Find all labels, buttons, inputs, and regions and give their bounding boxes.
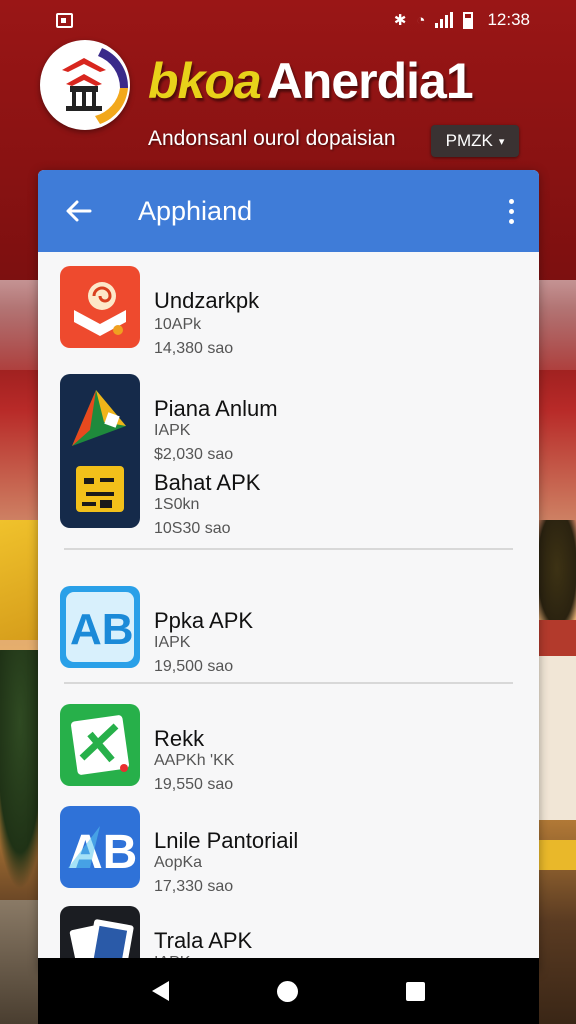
app-name: Lnile Pantoriail bbox=[154, 828, 299, 853]
navigation-bar bbox=[38, 958, 539, 1024]
toolbar: Apphiand bbox=[38, 170, 539, 252]
photo-notification-icon bbox=[56, 12, 73, 28]
app-size: 10S30 sao bbox=[154, 520, 231, 537]
app-size: 19,550 sao bbox=[154, 776, 234, 793]
banner-dropdown-chip[interactable]: PMZK ▾ bbox=[431, 125, 519, 157]
toolbar-title: Apphiand bbox=[138, 195, 253, 226]
battery-icon bbox=[463, 11, 474, 29]
wifi-icon: ◔ bbox=[416, 11, 426, 29]
list-item[interactable]: AB Lnile Pantoriail AopKa 17,330 sao bbox=[38, 806, 539, 896]
app-name: Bahat APK bbox=[154, 470, 261, 495]
arrow-left-icon[interactable] bbox=[62, 195, 94, 227]
list-divider bbox=[64, 548, 513, 550]
app-name: Undzarkpk bbox=[154, 288, 260, 313]
signal-icon bbox=[435, 12, 454, 28]
app-type: AAPKh 'KK bbox=[154, 752, 235, 769]
status-bar: ✱ ◔ 12:38 bbox=[0, 0, 576, 40]
app-type: 10APk bbox=[154, 316, 202, 333]
nav-back-icon[interactable] bbox=[152, 981, 169, 1001]
app-size: 17,330 sao bbox=[154, 878, 234, 895]
app-name: Trala APK bbox=[154, 928, 253, 953]
house-right bbox=[536, 620, 576, 820]
background-stripe-right bbox=[536, 840, 576, 870]
list-divider bbox=[64, 682, 513, 684]
list-item[interactable]: Rekk AAPKh 'KK 19,550 sao bbox=[38, 704, 539, 794]
app-name: Ppka APK bbox=[154, 608, 254, 633]
app-type: 1S0kn bbox=[154, 496, 200, 513]
bluetooth-icon: ✱ bbox=[393, 12, 407, 29]
app-list-panel: Apphiand Undzarkpk 10APk 14,380 sao Pian… bbox=[38, 170, 539, 970]
nav-home-icon[interactable] bbox=[277, 980, 298, 1002]
app-name: Rekk bbox=[154, 726, 205, 751]
pagoda-logo-icon bbox=[62, 48, 129, 124]
svg-text:AB: AB bbox=[70, 605, 134, 654]
banner-subtitle: Andonsanl ourol dopaisian bbox=[148, 127, 396, 150]
list-item[interactable]: AB Ppka APK IAPK 19,500 sao bbox=[38, 586, 539, 676]
banner-title-part2: Anerdia1 bbox=[266, 53, 474, 109]
app-size: 14,380 sao bbox=[154, 340, 234, 357]
chip-label: PMZK bbox=[445, 131, 493, 150]
status-time: 12:38 bbox=[487, 10, 530, 29]
app-type: AopKa bbox=[154, 854, 203, 871]
svg-text:AB: AB bbox=[68, 826, 137, 879]
ab-blue-app-icon: AB bbox=[60, 586, 140, 668]
more-vert-icon[interactable] bbox=[501, 198, 521, 224]
road bbox=[0, 900, 40, 1024]
list-item[interactable]: Undzarkpk 10APk 14,380 sao bbox=[38, 266, 539, 357]
snail-app-icon bbox=[60, 266, 140, 348]
green-edit-app-icon bbox=[60, 704, 140, 786]
app-type: IAPK bbox=[154, 422, 191, 439]
banner-title-part1: bkoa bbox=[148, 53, 262, 109]
ab-dark-blue-app-icon: AB bbox=[60, 806, 140, 888]
chevron-down-icon: ▾ bbox=[498, 135, 505, 148]
app-name: Piana Anlum bbox=[154, 396, 278, 421]
brand-logo bbox=[40, 40, 130, 130]
app-type: IAPK bbox=[154, 634, 191, 651]
banner-title: bkoa Anerdia1 bbox=[148, 53, 474, 109]
app-size: 19,500 sao bbox=[154, 658, 234, 675]
list-item[interactable]: Bahat APK 1S0kn 10S30 sao bbox=[38, 448, 539, 538]
nav-recents-icon[interactable] bbox=[406, 981, 425, 1001]
